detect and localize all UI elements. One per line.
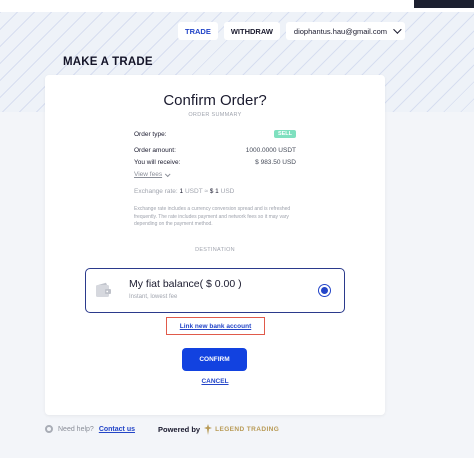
page-title: MAKE A TRADE: [63, 56, 153, 68]
confirm-button[interactable]: CONFIRM: [182, 348, 247, 371]
link-bank-account-link[interactable]: Link new bank account: [166, 317, 265, 335]
user-email: diophantus.hau@gmail.com: [293, 26, 388, 36]
view-fees-label: View fees: [134, 171, 163, 178]
top-nav: TRADE WITHDRAW diophantus.hau@gmail.com: [178, 22, 406, 40]
wallet-icon: [96, 282, 111, 297]
order-amount-value: 1000.0000 USDT: [245, 146, 296, 154]
legend-logo-icon: [204, 424, 213, 435]
top-bar-corner: [414, 0, 474, 8]
chevron-down-icon: [393, 25, 402, 34]
nav-withdraw-button[interactable]: WITHDRAW: [223, 22, 280, 40]
need-help-text: Need help?: [58, 425, 94, 433]
exchange-rate-unit-to: USD: [220, 188, 235, 195]
receive-row: You will receive: $ 983.50 USD: [134, 157, 296, 167]
legend-trading-logo: LEGEND TRADING: [204, 424, 279, 435]
exchange-rate-eq: ≈: [204, 188, 208, 195]
order-type-row: Order type: SELL: [134, 129, 296, 139]
exchange-rate: Exchange rate: 1 USDT ≈ $ 1 USD: [134, 188, 234, 195]
receive-label: You will receive:: [134, 158, 181, 166]
help-icon: [45, 425, 53, 433]
fiat-balance-subtitle: Instant, lowest fee: [129, 294, 178, 300]
confirm-order-card: Confirm Order? ORDER SUMMARY Order type:…: [45, 75, 385, 415]
fiat-balance-radio[interactable]: [319, 285, 330, 296]
top-bar: [0, 0, 474, 12]
exchange-rate-unit-from: USDT: [184, 188, 203, 195]
order-amount-label: Order amount:: [134, 146, 176, 154]
legend-trading-brand: LEGEND TRADING: [215, 426, 280, 433]
contact-us-link[interactable]: Contact us: [99, 426, 135, 433]
order-summary-label: ORDER SUMMARY: [188, 112, 242, 118]
view-fees-toggle[interactable]: View fees: [134, 170, 171, 178]
cancel-link[interactable]: CANCEL: [45, 378, 385, 385]
exchange-rate-disclaimer: Exchange rate includes a currency conver…: [134, 206, 291, 227]
fiat-balance-title: My fiat balance( $ 0.00 ): [129, 278, 242, 290]
user-account-dropdown[interactable]: diophantus.hau@gmail.com: [285, 22, 406, 40]
powered-by-text: Powered by: [158, 425, 201, 434]
exchange-rate-label: Exchange rate:: [134, 188, 178, 195]
order-amount-row: Order amount: 1000.0000 USDT: [134, 145, 296, 155]
nav-trade-button[interactable]: TRADE: [178, 22, 218, 40]
footer-help: Need help? Contact us: [45, 425, 135, 433]
exchange-rate-to: $ 1: [209, 188, 219, 195]
confirm-order-title: Confirm Order?: [163, 92, 267, 109]
order-type-label: Order type:: [134, 130, 167, 138]
fiat-balance-option[interactable]: My fiat balance( $ 0.00 ) Instant, lowes…: [85, 268, 345, 313]
exchange-rate-from: 1: [179, 188, 184, 195]
receive-value: $ 983.50 USD: [255, 158, 296, 166]
destination-label: DESTINATION: [195, 247, 235, 253]
sell-badge: SELL: [273, 130, 296, 138]
chevron-down-icon: [164, 170, 171, 177]
powered-by: Powered by LEGEND TRADING: [158, 424, 279, 435]
